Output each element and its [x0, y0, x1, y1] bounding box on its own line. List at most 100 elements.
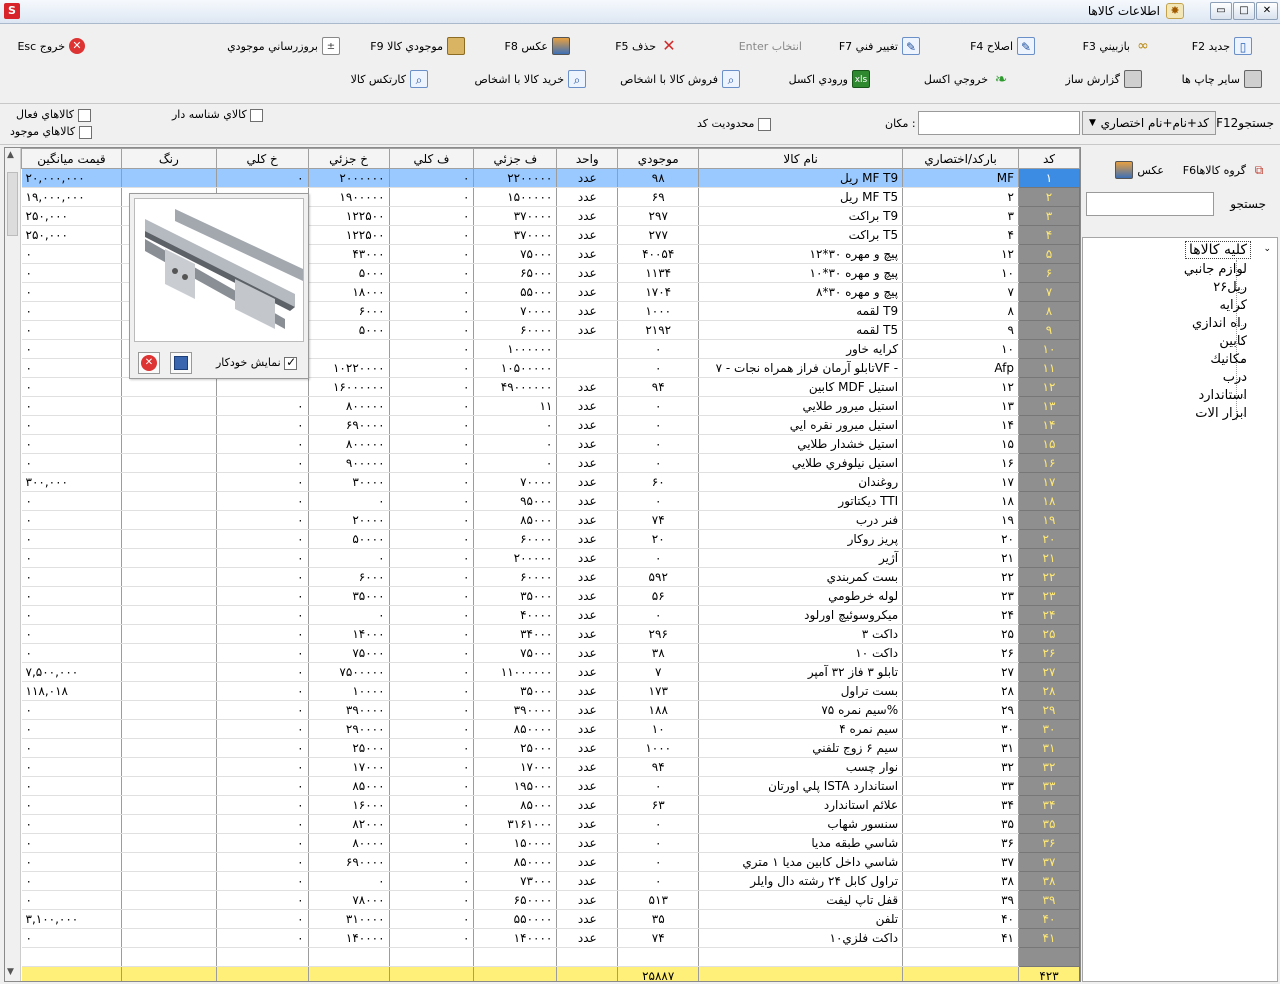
existing-goods-checkbox[interactable]: كالاهاي موجود — [10, 125, 92, 139]
checkbox-box[interactable] — [77, 108, 91, 122]
table-row[interactable]: ۲۰,۰۰۰,۰۰۰ ۰ ۲۰۰۰۰۰۰ ۰ ۲۲۰۰۰۰۰ عدد ۹۸ ريل MF T9… — [21, 168, 1080, 188]
search-mode-select[interactable]: كد+نام+نام اختصاري ▼ — [1082, 111, 1216, 135]
col-stock[interactable]: موجودي — [617, 148, 700, 169]
excel-import-button[interactable]: xls ورودي اكسل — [789, 68, 870, 90]
table-row[interactable]: ۰ ۰ ۰ ۰ ۲۰۰۰۰۰ عدد ۰ آژير ۲۱ ۲۱ — [21, 548, 1080, 568]
table-row[interactable]: ۰ ۰ ۱۶۰۰۰ ۰ ۸۵۰۰۰ عدد ۶۳ علائم استاندارد ۳۴ ۳۴ — [21, 795, 1080, 815]
tree-item[interactable]: استاندارد — [1198, 388, 1247, 403]
active-goods-checkbox[interactable]: كالاهاي فعال — [16, 108, 91, 122]
tree-root[interactable]: كليه كالاها — [1184, 241, 1251, 259]
tree-item[interactable]: درب — [1223, 370, 1247, 385]
table-row[interactable]: ۰ ۰ ۹۰۰۰۰۰ ۰ ۰ عدد ۰ استيل نيلوفري طلايي ۱۶ ۱۶ — [21, 453, 1080, 473]
serial-goods-checkbox[interactable]: كالاي شناسه دار — [172, 108, 264, 122]
cell-barcode: ۲۲ — [902, 567, 1019, 587]
table-row[interactable]: ۰ ۰ ۳۵۰۰۰ ۰ ۳۵۰۰۰ عدد ۵۶ لوله خرطومي ۲۳ ۲۳ — [21, 586, 1080, 606]
tree-item[interactable]: مكانيك — [1210, 352, 1247, 367]
table-row[interactable]: ۰ ۰ ۱۷۰۰۰ ۰ ۱۷۰۰۰ عدد ۹۴ نوار چسب ۳۲ ۳۲ — [21, 757, 1080, 777]
table-row[interactable]: ۰ ۱۶۰۰۰۰۰۰ ۰ ۴۹۰۰۰۰۰۰ عدد ۹۴ كابين MDF استيل ۱۲… — [21, 377, 1080, 397]
tree-item[interactable]: راه اندازي — [1192, 316, 1247, 331]
table-row[interactable]: ۰ ۰ ۲۹۰۰۰۰ ۰ ۸۵۰۰۰۰ عدد ۱۰ سيم نمره ۴ ۳۰ ۳۰ — [21, 719, 1080, 739]
table-row[interactable]: ۰ ۰ ۵۰۰۰۰ ۰ ۶۰۰۰۰ عدد ۲۰ پريز روكار ۲۰ ۲۰ — [21, 529, 1080, 549]
table-row[interactable]: ۰ ۰ ۶۰۰۰ ۰ ۶۰۰۰۰ عدد ۵۹۲ بست كمربندي ۲۲ ۲۲ — [21, 567, 1080, 587]
select-button[interactable]: انتخاب Enter — [739, 35, 802, 57]
table-row[interactable]: ۰ ۰ ۱۴۰۰۰ ۰ ۳۴۰۰۰ عدد ۲۹۶ داكت ۳ ۲۵ ۲۵ — [21, 624, 1080, 644]
group-search-input[interactable] — [1086, 192, 1214, 216]
col-barcode[interactable]: باركد/اختصاري — [902, 148, 1019, 169]
expand-icon[interactable]: ⌄ — [1263, 244, 1271, 254]
tech-change-button[interactable]: ✎ تغيير فني F7 — [839, 35, 920, 57]
exit-button[interactable]: ✕ خروج Esc — [17, 35, 85, 57]
purchase-by-person-button[interactable]: ⌕ خريد كالا با اشخاص — [475, 68, 586, 90]
table-row[interactable]: ۰ ۰ ۰ ۰ ۴۰۰۰۰ عدد ۰ ميكروسوئيچ اورلود ۲۴ ۲۴ — [21, 605, 1080, 625]
vertical-scrollbar[interactable]: ▲ ▼ — [5, 148, 21, 981]
table-row[interactable]: ۱۱۸,۰۱۸ ۰ ۱۰۰۰۰ ۰ ۳۵۰۰۰ عدد ۱۷۳ بست تراول ۲۸ ۲۸ — [21, 681, 1080, 701]
limited-code-checkbox[interactable]: محدوديت كد — [697, 117, 771, 131]
tree-item[interactable]: كرايه — [1219, 298, 1247, 313]
col-name[interactable]: نام كالا — [698, 148, 904, 169]
restore-button[interactable]: □ — [1233, 2, 1255, 20]
delete-button[interactable]: ✕ حذف F5 — [615, 35, 678, 57]
tree-item[interactable]: ريل۲۶ — [1213, 280, 1247, 295]
scroll-thumb[interactable] — [7, 172, 18, 236]
goods-group-button[interactable]: ⧉ گروه كالاهاF6 — [1183, 159, 1268, 181]
col-color[interactable]: رنگ — [120, 148, 217, 169]
checkbox-box[interactable] — [284, 355, 298, 370]
col-unit[interactable]: واحد — [556, 148, 619, 169]
col-avg-price[interactable]: قيمت ميانگين — [21, 148, 122, 169]
group-tree[interactable]: ⌄ كليه كالاها لوازم جانبي ريل۲۶ كرايه راه ا… — [1082, 237, 1278, 982]
kardex-button[interactable]: ⌕ كارتكس كالا — [351, 68, 428, 90]
table-row[interactable]: ۳,۱۰۰,۰۰۰ ۰ ۳۱۰۰۰۰ ۰ ۵۵۰۰۰۰ عدد ۳۵ تلفن ۴۰ ۴۰ — [21, 909, 1080, 929]
col-retail-purchase[interactable]: خ جزئي — [307, 148, 390, 169]
other-prints-button[interactable]: ساير چاپ ها — [1182, 68, 1262, 90]
table-row[interactable]: ۰ ۰ ۱۴۰۰۰۰ ۰ ۱۴۰۰۰۰ عدد ۷۴ داكت فلزي۱۰ ۴۱ ۴۱ — [21, 928, 1080, 948]
sales-by-person-button[interactable]: ⌕ فروش كالا با اشخاص — [620, 68, 740, 90]
table-row[interactable]: ۰ ۰ ۰ ۰ ۷۳۰۰۰ عدد ۰ تراول كابل ۲۴ رشته دال وايل… — [21, 871, 1080, 891]
table-row[interactable]: ۰ ۰ ۸۰۰۰۰ ۰ ۱۵۰۰۰۰ عدد ۰ شاسي طبقه مديا ۳۶ ۳۶ — [21, 833, 1080, 853]
table-row[interactable]: ۰ ۰ ۰ ۰ ۹۵۰۰۰ عدد ۰ ديكتاتور TTI ۱۸ ۱۸ — [21, 491, 1080, 511]
popup-save-button[interactable] — [170, 352, 192, 374]
update-stock-button[interactable]: ± بروزرساني موجودي — [227, 35, 340, 57]
group-photo-button[interactable]: عكس — [1115, 159, 1164, 181]
col-code[interactable]: كد — [1017, 148, 1080, 169]
table-row[interactable]: ۰ ۰ ۲۰۰۰۰ ۰ ۸۵۰۰۰ عدد ۷۴ فنر درب ۱۹ ۱۹ — [21, 510, 1080, 530]
close-button[interactable]: ✕ — [1256, 2, 1278, 20]
cell-wpurchase: ۰ — [216, 415, 309, 435]
col-wholesale-price[interactable]: ف كلي — [388, 148, 475, 169]
checkbox-box[interactable] — [250, 108, 264, 122]
checkbox-box[interactable] — [757, 117, 771, 131]
goods-grid[interactable]: ▲ ▼ قيمت ميانگين رنگ خ كلي خ جزئي ف كلي … — [4, 147, 1081, 982]
tree-item[interactable]: كابين — [1219, 334, 1247, 349]
table-row[interactable]: ۰ ۰ ۷۵۰۰۰ ۰ ۷۵۰۰۰ عدد ۳۸ داكت ۱۰ ۲۶ ۲۶ — [21, 643, 1080, 663]
col-retail-price[interactable]: ف جزئي — [473, 148, 558, 169]
report-builder-button[interactable]: گزارش ساز — [1066, 68, 1142, 90]
search-input[interactable] — [918, 111, 1080, 135]
col-wholesale-purchase[interactable]: خ كلي — [215, 148, 309, 169]
table-row[interactable]: ۰ ۰ ۷۸۰۰۰ ۰ ۶۵۰۰۰۰ عدد ۵۱۳ قفل تاپ ليفت ۳۹ ۳۹ — [21, 890, 1080, 910]
excel-export-button[interactable]: ❧ خروجي اكسل — [924, 68, 1010, 90]
table-row[interactable]: ۷,۵۰۰,۰۰۰ ۰ ۷۵۰۰۰۰۰ ۰ ۱۱۰۰۰۰۰۰ عدد ۷ تابلو ۳ فا… — [21, 662, 1080, 682]
table-row[interactable]: ۰ ۰ ۸۲۰۰۰ ۰ ۳۱۶۱۰۰۰ عدد ۰ سنسور شهاب ۳۵ ۳۵ — [21, 814, 1080, 834]
stock-button[interactable]: موجودي كالا F9 — [370, 35, 465, 57]
table-row[interactable]: ۳۰۰,۰۰۰ ۰ ۳۰۰۰۰ ۰ ۷۰۰۰۰ عدد ۶۰ روغندان ۱۷ ۱۷ — [21, 472, 1080, 492]
table-row[interactable]: ۰ ۰ ۸۰۰۰۰۰ ۰ ۰ عدد ۰ استيل خشدار طلايي ۱۵ ۱۵ — [21, 434, 1080, 454]
checkbox-box[interactable] — [78, 125, 92, 139]
minimize-button[interactable]: ▭ — [1210, 2, 1232, 20]
scroll-up-icon[interactable]: ▲ — [7, 150, 14, 160]
table-row[interactable]: ۰ ۰ ۶۹۰۰۰۰ ۰ ۸۵۰۰۰۰ عدد ۰ شاسي داخل كابين مديا … — [21, 852, 1080, 872]
table-row[interactable]: ۰ ۰ ۸۰۰۰۰۰ ۰ ۱۱ عدد ۰ استيل ميرور طلايي ۱۳ ۱۳ — [21, 396, 1080, 416]
table-row[interactable]: ۰ ۰ ۶۹۰۰۰۰ ۰ ۰ عدد ۰ استيل ميرور نقره ايي ۱۴ ۱۴ — [21, 415, 1080, 435]
new-button[interactable]: ▯ جديد F2 — [1192, 35, 1252, 57]
scroll-down-icon[interactable]: ▼ — [7, 967, 14, 977]
edit-button[interactable]: ✎ اصلاح F4 — [970, 35, 1035, 57]
review-button[interactable]: ∞ بازبيني F3 — [1083, 35, 1152, 57]
tree-item[interactable]: ابزار الات — [1195, 406, 1247, 421]
cell-rpurchase: ۲۰۰۰۰ — [308, 510, 390, 530]
photo-button[interactable]: عكس F8 — [505, 35, 570, 57]
app-logo-icon[interactable]: S — [4, 3, 20, 19]
tree-item[interactable]: لوازم جانبي — [1184, 262, 1247, 277]
table-row[interactable]: ۰ ۰ ۳۹۰۰۰۰ ۰ ۳۹۰۰۰۰ عدد ۱۸۸ سيم نمره ۷۵% ۲۹ ۲۹ — [21, 700, 1080, 720]
table-row[interactable]: ۰ ۰ ۸۵۰۰۰ ۰ ۱۹۵۰۰۰ عدد ۰ پلي اورتان ISTA استاند… — [21, 776, 1080, 796]
popup-close-button[interactable]: ✕ — [138, 352, 160, 374]
table-row[interactable]: ۰ ۰ ۲۵۰۰۰ ۰ ۲۵۰۰۰ عدد ۱۰۰۰ سيم ۶ زوج تلفني ۳۱ ۳۱ — [21, 738, 1080, 758]
auto-show-checkbox[interactable]: نمايش خودكار — [216, 355, 298, 370]
